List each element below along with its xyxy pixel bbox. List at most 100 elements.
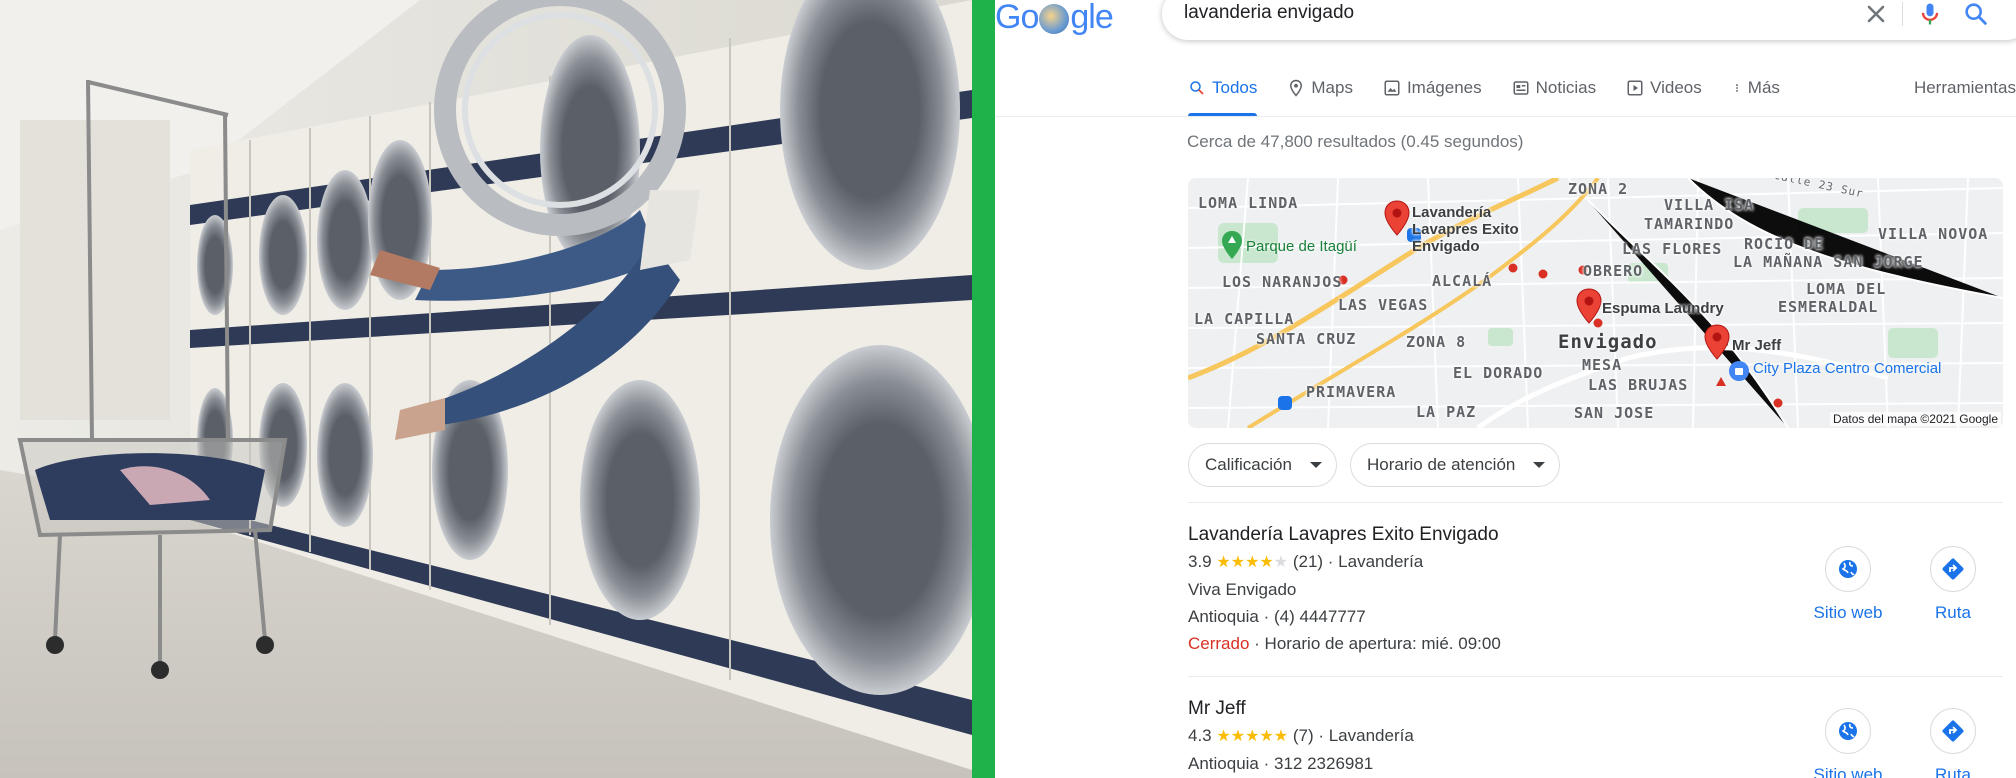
map-area-label: ESMERALDAL [1778, 298, 1879, 316]
route-button[interactable]: Ruta [1913, 546, 1993, 623]
map-pin-icon[interactable] [1384, 200, 1410, 236]
tab-videos[interactable]: Videos [1626, 70, 1702, 116]
more-vert-icon [1735, 84, 1738, 92]
searchbox-divider [1902, 2, 1903, 26]
map-area-label: ALCALÁ [1432, 272, 1493, 290]
route-button[interactable]: Ruta [1913, 708, 1993, 778]
map-area-label: LAS VEGAS [1338, 296, 1429, 314]
play-icon [1627, 80, 1643, 96]
map-area-label: LOMA LINDA [1198, 194, 1299, 212]
shopping-marker-icon [1729, 361, 1749, 381]
google-logo[interactable]: Go gle [995, 0, 1114, 42]
tab-imagenes[interactable]: Imágenes [1383, 70, 1482, 116]
directions-icon [1942, 720, 1964, 742]
rating-stars: ★★★★★ [1216, 554, 1288, 571]
website-circle [1825, 546, 1871, 592]
tab-mas[interactable]: Más [1732, 70, 1780, 116]
search-box[interactable] [1162, 0, 2016, 40]
route-circle [1930, 708, 1976, 754]
route-circle [1930, 546, 1976, 592]
map-pin-icon[interactable] [1704, 324, 1730, 360]
tab-maps[interactable]: Maps [1287, 70, 1353, 116]
local-map[interactable]: LOMA LINDA ZONA 2 VILLA ISA TAMARINDO VI… [1188, 178, 2003, 428]
result-title[interactable]: Lavandería Lavapres Exito Envigado [1188, 522, 2003, 548]
tab-todos[interactable]: Todos [1188, 70, 1258, 116]
website-circle [1825, 708, 1871, 754]
map-credit: Datos del mapa ©2021 Google [1830, 412, 2001, 426]
map-place-label: Mr Jeff [1732, 337, 1782, 354]
chip-label: Calificación [1205, 455, 1292, 474]
category: · Lavandería [1327, 552, 1424, 571]
caret-down-icon [1533, 462, 1546, 468]
tabs-divider [995, 116, 2016, 117]
map-area-label: LA CAPILLA [1194, 310, 1295, 328]
caret-down-icon [1309, 462, 1322, 468]
map-area-label: LOS NARANJOS [1222, 273, 1343, 291]
divider [1188, 676, 2003, 677]
review-count: (21) [1292, 552, 1324, 571]
map-area-label: LAS FLORES [1622, 240, 1723, 258]
map-place-label: Lavandería Lavapres Exito Envigado [1412, 204, 1519, 255]
tools-button[interactable]: Herramientas [1914, 78, 2016, 98]
map-area-label: ZONA 2 [1568, 180, 1629, 198]
search-icon [1190, 81, 1204, 95]
map-place-label: Espuma Laundry [1602, 300, 1724, 317]
tab-noticias[interactable]: Noticias [1512, 70, 1596, 116]
filter-rating-chip[interactable]: Calificación [1188, 443, 1337, 487]
accent-green-bar [972, 0, 995, 778]
rating-value: 4.3 [1188, 726, 1212, 745]
website-button[interactable]: Sitio web [1808, 708, 1888, 778]
logo-text-right: gle [1070, 0, 1113, 36]
map-area-label: LOMA DEL [1806, 280, 1887, 298]
tab-label: Todos [1212, 78, 1258, 97]
park-marker-icon [1222, 231, 1242, 259]
route-label: Ruta [1935, 603, 1971, 622]
map-area-label: LAS BRUJAS [1588, 376, 1689, 394]
stars-filled: ★★★★ [1216, 554, 1274, 571]
review-count: (7) [1292, 726, 1314, 745]
map-area-label: SAN JOSE [1574, 404, 1655, 422]
tab-label: Más [1747, 78, 1780, 97]
laundromat-photo [0, 0, 972, 778]
doodle-icon [1039, 4, 1070, 34]
chip-label: Horario de atención [1367, 455, 1516, 474]
google-results-panel: Gogle Todos Maps Imágenes [995, 0, 2016, 778]
map-area-label: OBRERO [1583, 262, 1644, 280]
laundromat-illustration [0, 0, 972, 778]
stars-empty: ★ [1273, 554, 1289, 571]
map-area-label: EL DORADO [1453, 364, 1544, 382]
hours-line: Cerrado · Horario de apertura: mié. 09:0… [1188, 630, 2003, 657]
route-label: Ruta [1935, 765, 1971, 778]
map-area-label: ROCIO DE [1744, 235, 1825, 253]
map-area-label: LA MAÑANA SAN JORGE [1733, 253, 1924, 271]
filter-hours-chip[interactable]: Horario de atención [1350, 443, 1561, 487]
map-pin-icon [1290, 79, 1303, 97]
tab-label: Imágenes [1406, 78, 1482, 97]
map-area-label: LA PAZ [1416, 403, 1477, 421]
divider [1188, 502, 2003, 503]
map-area-label: VILLA NOVOA [1878, 225, 1989, 243]
website-label: Sitio web [1813, 765, 1883, 778]
globe-icon [1839, 722, 1857, 740]
website-button[interactable]: Sitio web [1808, 546, 1888, 623]
tab-label: Maps [1311, 78, 1353, 97]
logo-text-left: Go [995, 0, 1039, 36]
microphone-icon[interactable] [1916, 0, 1944, 28]
map-area-label: MESA [1582, 356, 1623, 374]
rating-value: 3.9 [1188, 552, 1212, 571]
search-input[interactable] [1184, 0, 1784, 26]
image-icon [1384, 80, 1400, 96]
tab-label: Videos [1650, 78, 1702, 97]
status-closed: Cerrado [1188, 634, 1250, 653]
website-label: Sitio web [1813, 603, 1883, 622]
globe-icon [1839, 560, 1857, 578]
category: · Lavandería [1318, 726, 1414, 745]
map-area-label: PRIMAVERA [1306, 383, 1397, 401]
clear-icon[interactable] [1862, 0, 1890, 28]
map-area-label: VILLA ISA [1664, 196, 1755, 214]
search-icon[interactable] [1962, 0, 1990, 28]
rating-stars: ★★★★★ [1216, 728, 1288, 745]
tab-label: Noticias [1535, 78, 1597, 97]
map-pin-icon[interactable] [1576, 288, 1602, 324]
map-area-label: TAMARINDO [1644, 215, 1735, 233]
